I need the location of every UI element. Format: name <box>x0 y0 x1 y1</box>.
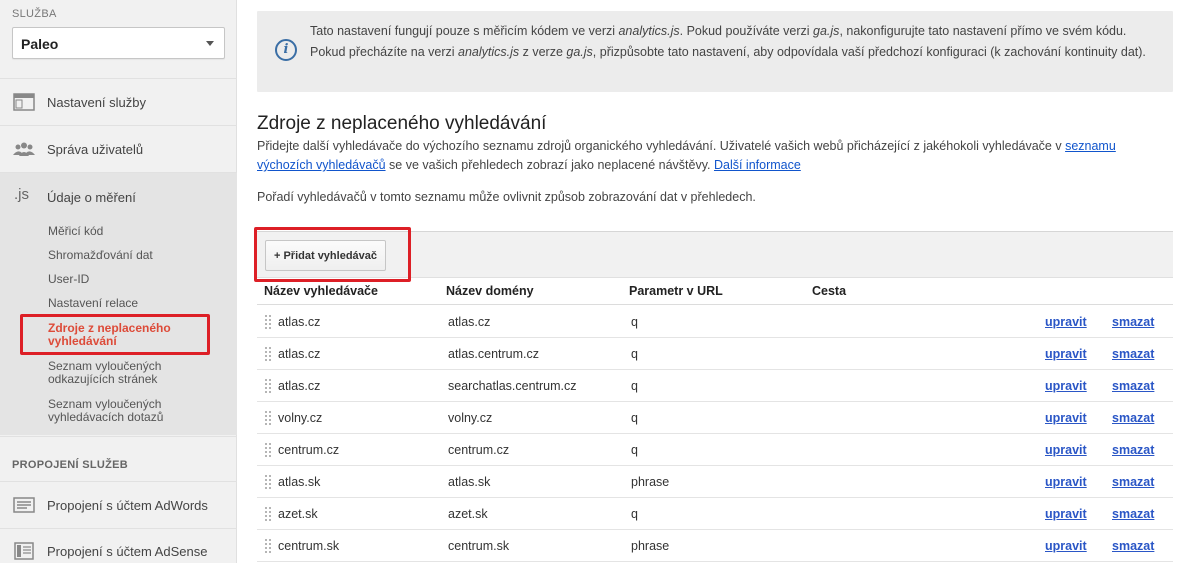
edit-link[interactable]: upravit <box>1045 507 1087 521</box>
sidebar-item-property-settings[interactable]: Nastavení služby <box>0 79 237 125</box>
service-label: SLUŽBA <box>12 8 57 20</box>
service-select-value: Paleo <box>21 36 59 52</box>
cell-param: q <box>631 443 638 457</box>
cell-engine: azet.sk <box>278 507 318 521</box>
drag-handle-icon[interactable] <box>265 411 271 425</box>
cell-domain: atlas.sk <box>448 475 491 489</box>
sidebar-item-label: Nastavení služby <box>47 95 146 110</box>
delete-link[interactable]: smazat <box>1112 411 1154 425</box>
adwords-icon <box>13 497 35 513</box>
cell-engine: centrum.cz <box>278 443 340 457</box>
cell-domain: centrum.sk <box>448 539 510 553</box>
drag-handle-icon[interactable] <box>265 443 271 457</box>
sidebar-item-user-management[interactable]: Správa uživatelů <box>0 126 237 172</box>
cell-param: q <box>631 507 638 521</box>
delete-link[interactable]: smazat <box>1112 475 1154 489</box>
divider <box>0 436 237 437</box>
service-select[interactable]: Paleo <box>12 27 225 59</box>
section-heading: PROPOJENÍ SLUŽEB <box>12 459 129 471</box>
info-text: Tato nastavení fungují pouze s měřicím k… <box>310 24 1146 59</box>
cell-domain: centrum.cz <box>448 443 510 457</box>
cell-param: q <box>631 379 638 393</box>
drag-handle-icon[interactable] <box>265 475 271 489</box>
delete-link[interactable]: smazat <box>1112 315 1154 329</box>
cell-domain: searchatlas.centrum.cz <box>448 379 577 393</box>
sidebar-item-label: Údaje o měření <box>47 190 136 205</box>
window-icon <box>13 93 35 111</box>
adsense-icon <box>14 542 34 560</box>
table-row: azet.sk azet.sk q upravit smazat <box>257 498 1173 530</box>
order-note: Pořadí vyhledávačů v tomto seznamu může … <box>257 190 756 204</box>
table-row: atlas.cz searchatlas.centrum.cz q upravit sm… <box>257 370 1173 402</box>
cell-param: q <box>631 411 638 425</box>
sidebar-item-label: Propojení s účtem AdSense <box>47 544 208 559</box>
cell-engine: atlas.cz <box>278 379 321 393</box>
learn-more-link[interactable]: Další informace <box>714 158 801 172</box>
highlight-box <box>254 227 411 282</box>
drag-handle-icon[interactable] <box>265 347 271 361</box>
delete-link[interactable]: smazat <box>1112 379 1154 393</box>
table-row: centrum.sk centrum.sk phrase upravit smazat <box>257 530 1173 562</box>
page-title: Zdroje z neplaceného vyhledávání <box>257 113 547 134</box>
sidebar-subitem-tracking-code[interactable]: Měřicí kód <box>48 225 218 238</box>
sidebar-item-label: Správa uživatelů <box>47 142 144 157</box>
cell-engine: atlas.cz <box>278 315 321 329</box>
column-header-engine[interactable]: Název vyhledávače <box>264 284 378 298</box>
delete-link[interactable]: smazat <box>1112 443 1154 457</box>
drag-handle-icon[interactable] <box>265 315 271 329</box>
cell-engine: volny.cz <box>278 411 323 425</box>
edit-link[interactable]: upravit <box>1045 443 1087 457</box>
column-header-path[interactable]: Cesta <box>812 284 846 298</box>
table-row: centrum.cz centrum.cz q upravit smazat <box>257 434 1173 466</box>
column-header-domain[interactable]: Název domény <box>446 284 534 298</box>
cell-param: q <box>631 315 638 329</box>
table-header: Název vyhledávače Název domény Parametr … <box>257 279 1173 305</box>
sidebar-subitem-session-settings[interactable]: Nastavení relace <box>48 297 218 310</box>
cell-domain: volny.cz <box>448 411 493 425</box>
delete-link[interactable]: smazat <box>1112 507 1154 521</box>
column-header-param[interactable]: Parametr v URL <box>629 284 723 298</box>
js-icon: .js <box>14 186 29 203</box>
table-row: volny.cz volny.cz q upravit smazat <box>257 402 1173 434</box>
drag-handle-icon[interactable] <box>265 507 271 521</box>
highlight-box <box>20 314 210 355</box>
page-description: Přidejte další vyhledávače do výchozího … <box>257 139 1116 172</box>
info-icon: i <box>275 39 297 61</box>
edit-link[interactable]: upravit <box>1045 475 1087 489</box>
cell-param: q <box>631 347 638 361</box>
sidebar-item-adwords-linking[interactable]: Propojení s účtem AdWords <box>0 482 237 528</box>
table-row: atlas.cz atlas.cz q upravit smazat <box>257 306 1173 338</box>
delete-link[interactable]: smazat <box>1112 539 1154 553</box>
edit-link[interactable]: upravit <box>1045 539 1087 553</box>
users-icon <box>13 142 35 156</box>
delete-link[interactable]: smazat <box>1112 347 1154 361</box>
drag-handle-icon[interactable] <box>265 539 271 553</box>
sidebar-subitem-referral-exclusion[interactable]: Seznam vyloučených odkazujících stránek <box>48 360 188 386</box>
sidebar: SLUŽBA Paleo Nastavení služby Správa uži… <box>0 0 237 563</box>
sidebar-subitem-data-collection[interactable]: Shromažďování dat <box>48 249 218 262</box>
cell-engine: atlas.sk <box>278 475 321 489</box>
cell-param: phrase <box>631 539 670 553</box>
cell-domain: azet.sk <box>448 507 488 521</box>
cell-domain: atlas.cz <box>448 315 491 329</box>
sidebar-subitem-user-id[interactable]: User-ID <box>48 273 218 286</box>
edit-link[interactable]: upravit <box>1045 315 1087 329</box>
cell-param: phrase <box>631 475 670 489</box>
edit-link[interactable]: upravit <box>1045 379 1087 393</box>
sidebar-item-label: Propojení s účtem AdWords <box>47 498 208 513</box>
chevron-down-icon <box>206 41 214 46</box>
cell-engine: centrum.sk <box>278 539 340 553</box>
sidebar-subitem-search-term-exclusion[interactable]: Seznam vyloučených vyhledávacích dotazů <box>48 398 188 424</box>
edit-link[interactable]: upravit <box>1045 347 1087 361</box>
cell-engine: atlas.cz <box>278 347 321 361</box>
cell-domain: atlas.centrum.cz <box>448 347 540 361</box>
edit-link[interactable]: upravit <box>1045 411 1087 425</box>
sidebar-item-adsense-linking[interactable]: Propojení s účtem AdSense <box>0 529 237 563</box>
table-row: atlas.sk atlas.sk phrase upravit smazat <box>257 466 1173 498</box>
table-row: atlas.cz atlas.centrum.cz q upravit smazat <box>257 338 1173 370</box>
info-banner: i Tato nastavení fungují pouze s měřicím… <box>257 11 1173 92</box>
drag-handle-icon[interactable] <box>265 379 271 393</box>
